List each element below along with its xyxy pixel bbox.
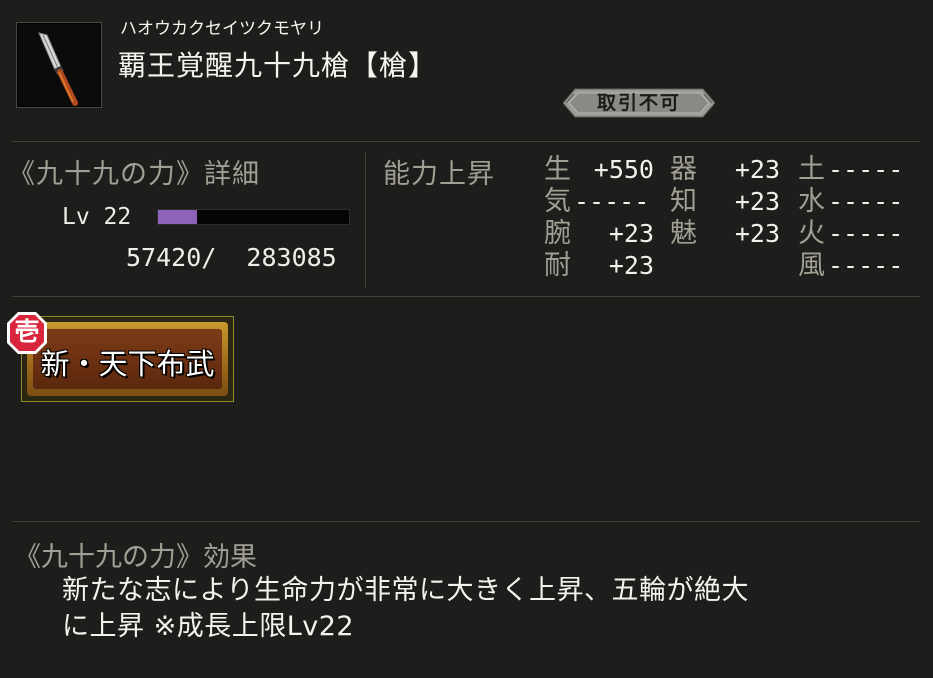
skill-label: 新・天下布武 (40, 347, 215, 381)
stat-value: ----- (574, 187, 650, 216)
stat-row: 器 +23 (670, 154, 780, 186)
exp-bar (157, 209, 350, 225)
stat-row: 水 ----- (798, 186, 910, 218)
trade-status-label: 取引不可 (596, 92, 681, 114)
stat-value: ----- (828, 251, 904, 280)
stat-name: 魅 (670, 218, 697, 249)
effect-text-line-1: 新たな志により生命力が非常に大きく上昇、五輪が絶大 (62, 575, 749, 606)
skill-button-face: 新・天下布武 (33, 329, 222, 389)
stat-name: 知 (670, 186, 697, 217)
stat-row: 生 +550 (544, 154, 654, 186)
stat-name: 気 (544, 186, 571, 217)
divider-bottom (12, 521, 920, 522)
rank-badge-label: 壱 (14, 317, 40, 346)
effect-text-line-2: に上昇 ※成長上限Lv22 (62, 611, 355, 642)
trade-status-badge: 取引不可 (563, 88, 715, 118)
divider-middle (12, 296, 920, 297)
stat-value: +550 (593, 155, 654, 184)
skill-button-frame: 新・天下布武 (27, 322, 228, 396)
skill-button[interactable]: 新・天下布武 (21, 316, 234, 402)
divider-top (12, 141, 920, 142)
spear-icon (38, 32, 78, 106)
stat-value: +23 (608, 219, 654, 248)
stats-column-2: 器 +23 知 +23 魅 +23 (670, 154, 780, 250)
divider-vertical (365, 152, 366, 288)
stat-row: 耐 +23 (544, 250, 654, 282)
stat-value: +23 (608, 251, 654, 280)
stats-column-1: 生 +550 気 ----- 腕 +23 耐 +23 (544, 154, 654, 282)
stat-value: ----- (828, 187, 904, 216)
stat-row: 魅 +23 (670, 218, 780, 250)
stat-row: 気 ----- (544, 186, 654, 218)
stat-row: 火 ----- (798, 218, 910, 250)
item-furigana: ハオウカクセイツクモヤリ (120, 19, 324, 39)
stat-value: ----- (828, 219, 904, 248)
item-name: 覇王覚醒九十九槍【槍】 (118, 49, 438, 82)
stat-value: +23 (734, 155, 780, 184)
level-label: Lv 22 (62, 204, 132, 230)
rank-badge: 壱 (6, 310, 48, 356)
stat-name: 土 (798, 154, 825, 185)
stat-name: 風 (798, 250, 825, 281)
stat-row: 土 ----- (798, 154, 910, 186)
power-detail-title: 《九十九の力》詳細 (8, 159, 260, 190)
item-icon-frame (16, 22, 102, 108)
stat-name: 腕 (544, 218, 571, 249)
stats-title: 能力上昇 (383, 159, 495, 190)
stats-column-3: 土 ----- 水 ----- 火 ----- 風 ----- (798, 154, 910, 282)
stat-name: 生 (544, 154, 571, 185)
stat-name: 耐 (544, 250, 571, 281)
stat-row: 腕 +23 (544, 218, 654, 250)
stat-row: 知 +23 (670, 186, 780, 218)
stat-value: ----- (828, 155, 904, 184)
stat-name: 火 (798, 218, 825, 249)
exp-text: 57420/ 283085 (126, 243, 337, 272)
stat-row: 風 ----- (798, 250, 910, 282)
stat-name: 器 (670, 154, 697, 185)
stat-value: +23 (734, 187, 780, 216)
stat-value: +23 (734, 219, 780, 248)
exp-bar-fill (158, 210, 197, 224)
stat-name: 水 (798, 186, 825, 217)
